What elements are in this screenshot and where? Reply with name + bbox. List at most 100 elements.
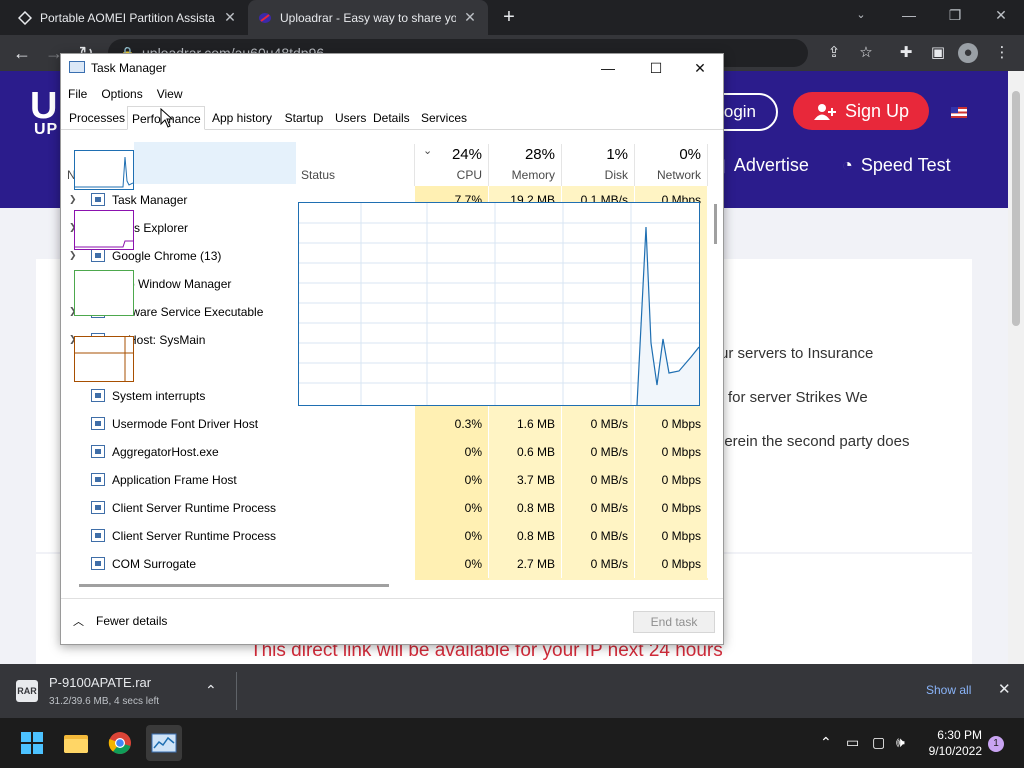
page-scrollbar[interactable] [1008, 71, 1024, 664]
process-cpu: 0% [415, 494, 489, 522]
display-icon[interactable]: ▢ [872, 734, 885, 751]
app-icon [91, 557, 105, 570]
nav-advertise[interactable]: ▮ Advertise [716, 155, 809, 176]
column-status[interactable]: Status [295, 144, 415, 186]
menu-file[interactable]: File [61, 83, 94, 105]
profile-avatar-icon[interactable]: ● [958, 43, 978, 63]
memory-thumbnail-graph[interactable] [74, 210, 134, 250]
menu-options[interactable]: Options [94, 83, 149, 105]
volume-icon[interactable]: 🕪 [896, 734, 905, 751]
scrollbar-thumb[interactable] [1012, 91, 1020, 326]
close-window-icon[interactable]: ✕ [978, 0, 1024, 32]
column-cpu[interactable]: ⌄ 24% CPU [415, 144, 489, 186]
fewer-details-button[interactable]: ︿ Fewer details [73, 613, 167, 629]
tab-processes[interactable]: Processes [65, 106, 127, 130]
new-tab-icon[interactable]: + [498, 6, 520, 28]
show-all-button[interactable]: Show all [926, 683, 971, 697]
windows-logo-icon [21, 732, 43, 754]
minimize-icon[interactable]: — [886, 0, 932, 32]
signup-button[interactable]: Sign Up [793, 92, 929, 130]
file-explorer-taskbar[interactable] [58, 725, 94, 761]
close-tab-icon[interactable]: ✕ [462, 9, 478, 26]
back-icon[interactable]: ← [10, 41, 34, 65]
cpu-percent: 24% [451, 146, 482, 163]
app-icon [91, 417, 105, 430]
process-row[interactable]: Client Server Runtime Process 0% 0.8 MB 0 M… [61, 494, 723, 522]
clock[interactable]: 6:30 PM 9/10/2022 [924, 727, 982, 759]
menu-view[interactable]: View [150, 83, 190, 105]
side-panel-icon[interactable]: ▣ [928, 43, 948, 63]
process-cpu: 0% [415, 522, 489, 550]
bookmark-star-icon[interactable]: ☆ [856, 43, 876, 63]
scrollbar-thumb[interactable] [714, 204, 717, 244]
process-row[interactable]: Application Frame Host 0% 3.7 MB 0 MB/s 0 Mb… [61, 466, 723, 494]
end-task-button[interactable]: End task [633, 611, 715, 633]
process-name: Application Frame Host [112, 473, 237, 487]
download-filename[interactable]: P-9100APATE.rar [49, 675, 151, 690]
download-shelf: RAR P-9100APATE.rar 31.2/39.6 MB, 4 secs… [0, 664, 1024, 718]
task-manager-titlebar[interactable]: Task Manager — ☐ ✕ [61, 54, 723, 82]
column-memory[interactable]: 28% Memory [489, 144, 562, 186]
process-disk: 0 MB/s [562, 550, 635, 578]
uploadrar-favicon-icon [258, 11, 272, 25]
minimize-icon[interactable]: — [585, 57, 631, 79]
body-text: herein the second party does [716, 433, 910, 450]
close-tab-icon[interactable]: ✕ [222, 9, 238, 26]
column-network[interactable]: 0% Network [635, 144, 708, 186]
tab-services[interactable]: Services [417, 106, 469, 130]
close-icon[interactable]: ✕ [677, 57, 723, 79]
tab-search-icon[interactable]: ⌄ [838, 0, 884, 32]
nav-speed-test[interactable]: ◔ Speed Test [842, 155, 951, 176]
process-name: System interrupts [112, 389, 206, 403]
cpu-thumbnail-graph[interactable] [74, 150, 134, 190]
aomei-favicon-icon [18, 10, 32, 25]
restore-icon[interactable]: ❐ [932, 0, 978, 32]
rar-file-icon: RAR [16, 680, 38, 702]
process-disk: 0 MB/s [562, 438, 635, 466]
chevron-up-icon[interactable]: ⌃ [205, 682, 217, 699]
process-name: COM Surrogate [112, 557, 197, 571]
close-icon[interactable]: ✕ [998, 680, 1011, 698]
us-flag-icon[interactable] [951, 107, 967, 118]
task-manager-taskbar[interactable] [146, 725, 182, 761]
process-cpu: 0.3% [415, 410, 489, 438]
extensions-icon[interactable]: ✚ [896, 43, 916, 63]
tab-users[interactable]: Users [331, 106, 367, 130]
clock-time: 6:30 PM [937, 728, 982, 742]
process-name: AggregatorHost.exe [112, 445, 219, 459]
process-network: 0 Mbps [635, 550, 708, 578]
notification-badge[interactable]: 1 [988, 736, 1004, 752]
window-title: Task Manager [91, 61, 167, 75]
network-thumbnail-graph[interactable] [74, 336, 134, 382]
chevron-up-icon[interactable]: ⌃ [820, 734, 832, 751]
tab-details[interactable]: Details [369, 106, 413, 130]
tab-uploadrar[interactable]: Uploadrar - Easy way to share yo ✕ [248, 0, 488, 35]
process-row[interactable]: Usermode Font Driver Host 0.3% 1.6 MB 0 MB/… [61, 410, 723, 438]
tab-aomei[interactable]: Portable AOMEI Partition Assista ✕ [8, 0, 248, 35]
tab-app-history[interactable]: App history [207, 106, 277, 130]
tab-title: Uploadrar - Easy way to share yo [280, 10, 456, 25]
taskbar: ⌃ ▭ ▢ 🕪 6:30 PM 9/10/2022 1 [0, 718, 1024, 768]
process-list-scrollbar[interactable] [709, 144, 723, 579]
process-row[interactable]: AggregatorHost.exe 0% 0.6 MB 0 MB/s 0 Mbps [61, 438, 723, 466]
expand-chevron-icon[interactable]: ❯ [69, 194, 77, 205]
expand-chevron-icon[interactable]: ❯ [69, 250, 77, 261]
chrome-menu-icon[interactable]: ⋮ [992, 43, 1012, 63]
process-disk: 0 MB/s [562, 466, 635, 494]
column-disk[interactable]: 1% Disk [562, 144, 635, 186]
process-name: Task Manager [112, 193, 188, 207]
chrome-taskbar[interactable] [102, 725, 138, 761]
sort-chevron-icon: ⌄ [423, 145, 433, 157]
battery-icon[interactable]: ▭ [846, 734, 859, 751]
maximize-icon[interactable]: ☐ [633, 57, 679, 79]
horizontal-scrollbar[interactable] [79, 584, 389, 587]
tab-startup[interactable]: Startup [279, 106, 329, 130]
process-row[interactable]: Client Server Runtime Process 0% 0.8 MB 0 M… [61, 522, 723, 550]
share-icon[interactable]: ⇪ [824, 43, 844, 63]
disk-thumbnail-graph[interactable] [74, 270, 134, 316]
start-button[interactable] [14, 725, 50, 761]
column-label: Disk [604, 168, 628, 182]
site-logo-sub: UP [34, 121, 59, 138]
process-row[interactable]: COM Surrogate 0% 2.7 MB 0 MB/s 0 Mbps [61, 550, 723, 578]
process-name: Google Chrome (13) [112, 249, 222, 263]
